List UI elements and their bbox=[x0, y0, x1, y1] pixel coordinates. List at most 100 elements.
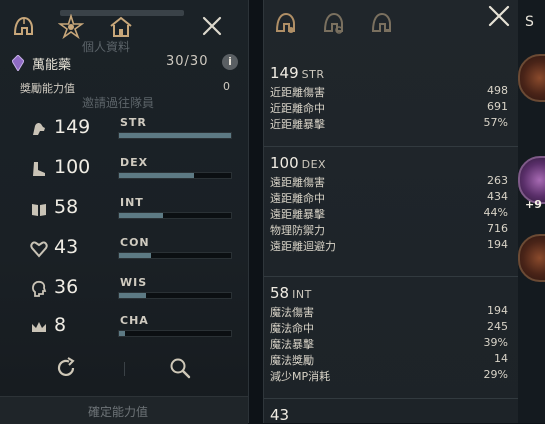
section-rows: 遠距離傷害 263 遠距離命中 434 遠距離暴擊 44% 物理防禦力 716 遠距離迴避力 19… bbox=[270, 174, 508, 254]
stat-row-con[interactable]: 43 CON bbox=[30, 236, 236, 262]
detail-value: 39% bbox=[483, 336, 508, 349]
boot-icon bbox=[30, 160, 48, 178]
detail-row: 近距離傷害 498 bbox=[270, 84, 508, 100]
stat-bar bbox=[118, 132, 232, 139]
helmet-settings-icon[interactable] bbox=[368, 10, 398, 40]
stat-bar-fill bbox=[119, 331, 125, 336]
close-details-icon[interactable] bbox=[486, 4, 512, 28]
detail-value: 194 bbox=[487, 304, 508, 317]
book-icon bbox=[30, 200, 48, 218]
reset-icon[interactable] bbox=[54, 356, 78, 380]
confirm-stats-button[interactable]: 確定能力值 bbox=[0, 396, 248, 424]
detail-row: 魔法命中 245 bbox=[270, 320, 508, 336]
potion-row: 萬能藥 30/30 i bbox=[10, 53, 238, 73]
detail-label: 遠距離命中 bbox=[270, 192, 325, 205]
detail-value: 263 bbox=[487, 174, 508, 187]
detail-row: 魔法獎勵 14 bbox=[270, 352, 508, 368]
section-tag: DEX bbox=[301, 158, 327, 171]
arm-icon bbox=[30, 120, 48, 138]
detail-value: 716 bbox=[487, 222, 508, 235]
section-header: 149 STR bbox=[270, 64, 325, 82]
stat-value: 149 bbox=[54, 116, 91, 138]
skill-slot[interactable] bbox=[518, 156, 545, 204]
detail-row: 物理防禦力 716 bbox=[270, 222, 508, 238]
detail-label: 遠距離迴避力 bbox=[270, 240, 336, 253]
stat-value: 36 bbox=[54, 276, 79, 298]
stat-tool-bar bbox=[50, 356, 200, 382]
section-rows: 近距離傷害 498 近距離命中 691 近距離暴擊 57% bbox=[270, 84, 508, 132]
stat-row-int[interactable]: 58 INT bbox=[30, 196, 236, 222]
skill-slot[interactable] bbox=[518, 234, 545, 282]
helmet-gear-icon[interactable] bbox=[320, 10, 350, 40]
stat-row-cha[interactable]: 8 CHA bbox=[30, 314, 236, 340]
stat-bar bbox=[118, 292, 232, 299]
stat-bar bbox=[118, 330, 232, 337]
detail-label: 魔法傷害 bbox=[270, 306, 314, 319]
section-rows: 魔法傷害 194 魔法命中 245 魔法暴擊 39% 魔法獎勵 14 減少MP消耗 29% bbox=[270, 304, 508, 384]
section-value: 58 bbox=[270, 284, 290, 302]
section-header: 43 bbox=[270, 406, 292, 424]
detail-value: 498 bbox=[487, 84, 508, 97]
detail-label: 遠距離暴擊 bbox=[270, 208, 325, 221]
detail-label: 近距離暴擊 bbox=[270, 118, 325, 131]
helmet-tab-icon[interactable] bbox=[272, 10, 302, 40]
stat-row-wis[interactable]: 36 WIS bbox=[30, 276, 236, 302]
stat-label: INT bbox=[120, 196, 144, 209]
bonus-points-label: 獎勵能力值 bbox=[20, 82, 75, 95]
helmet-icon[interactable] bbox=[8, 12, 38, 42]
detail-value: 57% bbox=[483, 116, 508, 129]
detail-row: 遠距離命中 434 bbox=[270, 190, 508, 206]
close-icon[interactable] bbox=[198, 12, 226, 40]
detail-value: 29% bbox=[483, 368, 508, 381]
stat-label: STR bbox=[120, 116, 147, 129]
detail-value: 14 bbox=[494, 352, 508, 365]
game-hud-edge: S +9 bbox=[518, 0, 545, 423]
section-tag: STR bbox=[301, 68, 325, 81]
skill-slot[interactable] bbox=[518, 54, 545, 102]
detail-label: 魔法獎勵 bbox=[270, 354, 314, 367]
section-tag: INT bbox=[292, 288, 312, 301]
detail-row: 遠距離暴擊 44% bbox=[270, 206, 508, 222]
stat-bar-fill bbox=[119, 253, 152, 258]
stat-value: 43 bbox=[54, 236, 79, 258]
detail-row: 遠距離迴避力 194 bbox=[270, 238, 508, 254]
enhance-level: +9 bbox=[525, 198, 542, 211]
section-divider bbox=[264, 276, 519, 277]
head-icon bbox=[30, 280, 48, 298]
stat-label: DEX bbox=[120, 156, 149, 169]
stat-row-str[interactable]: 149 STR bbox=[30, 116, 236, 142]
bonus-points-row: 獎勵能力值 0 bbox=[20, 80, 232, 96]
stat-allocation-panel: 個人資料 邀請過往隊員 萬能藥 30/30 i 獎勵能力值 0 149 STR 10… bbox=[0, 0, 249, 424]
potion-count: 30/30 bbox=[166, 54, 209, 69]
detail-row: 近距離暴擊 57% bbox=[270, 116, 508, 132]
stat-row-dex[interactable]: 100 DEX bbox=[30, 156, 236, 182]
hud-letter: S bbox=[525, 14, 534, 30]
detail-row: 魔法暴擊 39% bbox=[270, 336, 508, 352]
section-value: 43 bbox=[270, 406, 290, 424]
stat-bar-fill bbox=[119, 293, 146, 298]
potion-name: 萬能藥 bbox=[32, 58, 72, 73]
stat-bar-fill bbox=[119, 173, 195, 178]
detail-label: 近距離傷害 bbox=[270, 86, 325, 99]
stat-details-panel: 149 STR 近距離傷害 498 近距離命中 691 近距離暴擊 57% 100 DEX 遠距離傷… bbox=[263, 0, 519, 424]
stat-value: 100 bbox=[54, 156, 91, 178]
detail-value: 691 bbox=[487, 100, 508, 113]
detail-value: 245 bbox=[487, 320, 508, 333]
section-divider bbox=[264, 398, 519, 399]
detail-label: 魔法暴擊 bbox=[270, 338, 314, 351]
detail-row: 魔法傷害 194 bbox=[270, 304, 508, 320]
detail-row: 遠距離傷害 263 bbox=[270, 174, 508, 190]
detail-row: 減少MP消耗 29% bbox=[270, 368, 508, 384]
info-icon[interactable]: i bbox=[222, 54, 238, 70]
stat-bar bbox=[118, 172, 232, 179]
detail-value: 194 bbox=[487, 238, 508, 251]
detail-label: 減少MP消耗 bbox=[270, 370, 331, 383]
stat-label: CON bbox=[120, 236, 150, 249]
detail-label: 魔法命中 bbox=[270, 322, 314, 335]
stat-label: CHA bbox=[120, 314, 149, 327]
magnifier-icon[interactable] bbox=[168, 356, 192, 380]
section-header: 100 DEX bbox=[270, 154, 326, 172]
section-header: 58 INT bbox=[270, 284, 312, 302]
section-value: 149 bbox=[270, 64, 299, 82]
section-value: 100 bbox=[270, 154, 299, 172]
